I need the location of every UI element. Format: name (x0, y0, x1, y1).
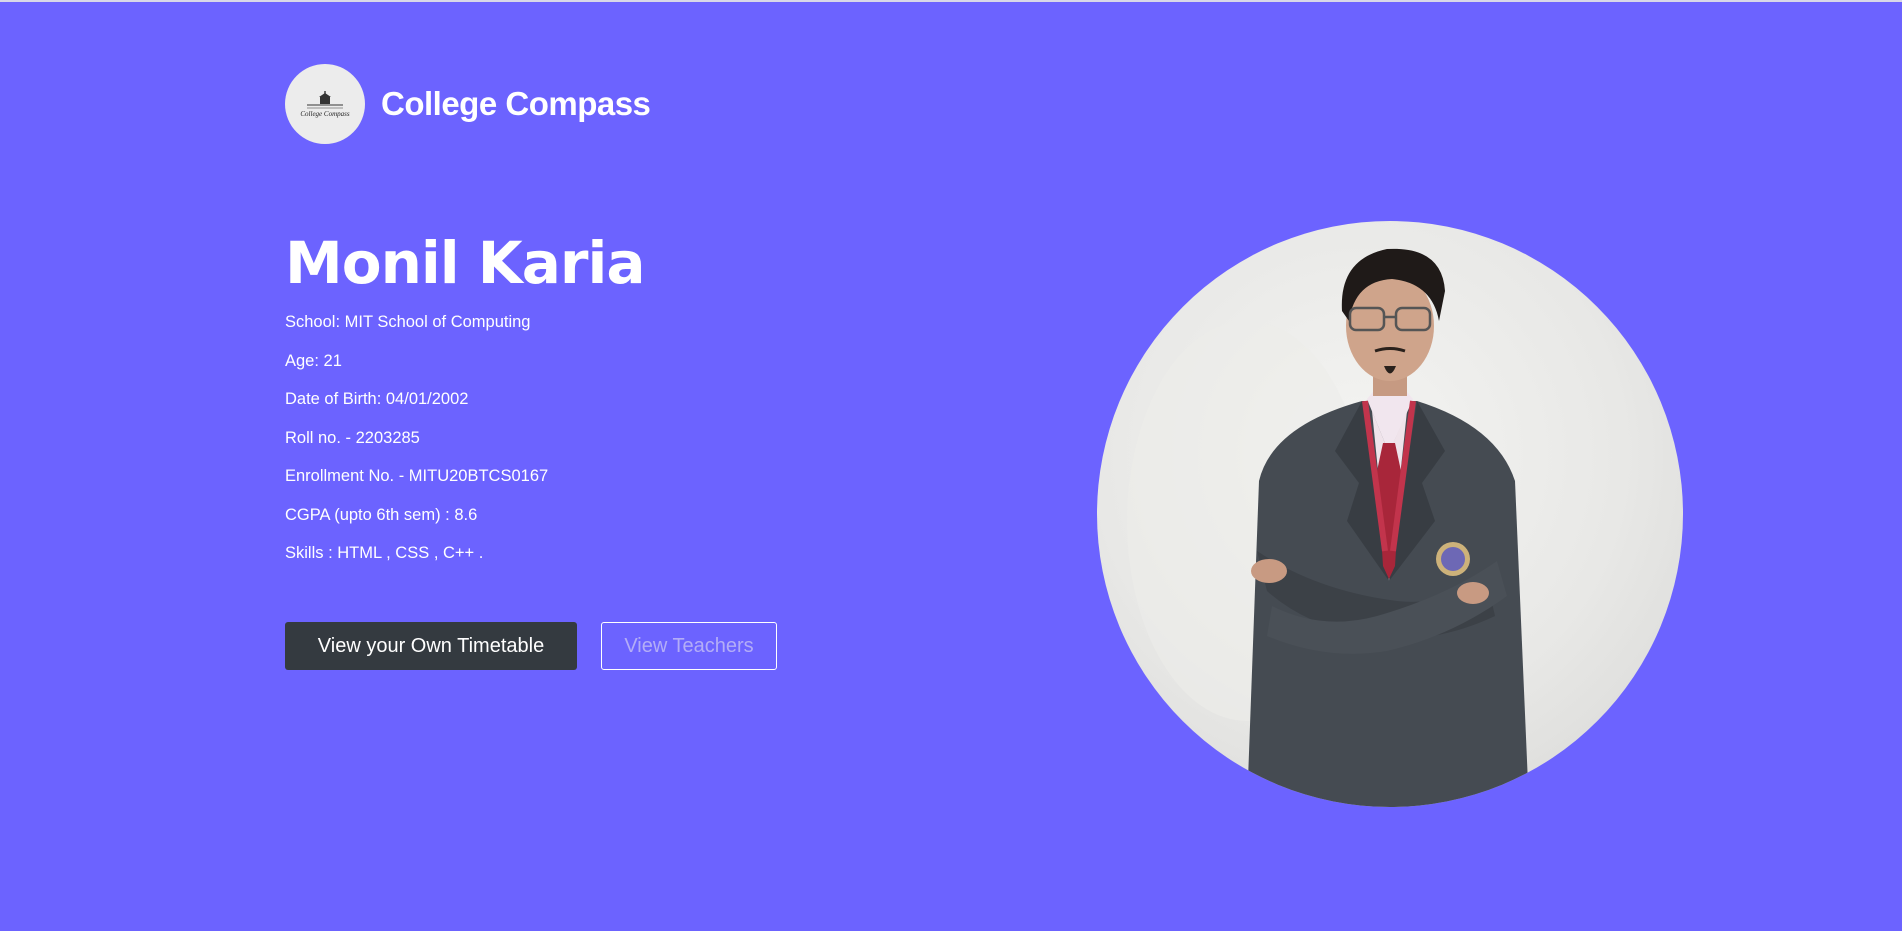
top-border (0, 0, 1902, 2)
detail-school: School: MIT School of Computing (285, 313, 531, 331)
view-timetable-button[interactable]: View your Own Timetable (285, 622, 577, 670)
detail-enrollment-no: Enrollment No. - MITU20BTCS0167 (285, 467, 549, 485)
header: College Compass College Compass (285, 64, 651, 144)
building-icon (307, 90, 343, 108)
detail-age: Age: 21 (285, 351, 342, 370)
detail-roll-no: Roll no. - 2203285 (285, 428, 420, 447)
student-portrait-icon (1127, 248, 1529, 807)
detail-dob: Date of Birth: 04/01/2002 (285, 390, 469, 408)
student-photo (1097, 221, 1683, 807)
detail-cgpa: CGPA (upto 6th sem) : 8.6 (285, 505, 478, 524)
logo-text: College Compass (300, 109, 350, 118)
detail-skills: Skills : HTML , CSS , C++ . (285, 544, 484, 562)
brand-title[interactable]: College Compass (381, 85, 651, 123)
view-teachers-button[interactable]: View Teachers (601, 622, 777, 670)
student-details: School: MIT School of Computing Age: 21 … (285, 310, 548, 580)
student-name: Monil Karia (285, 229, 646, 297)
college-logo-icon[interactable]: College Compass (285, 64, 365, 144)
